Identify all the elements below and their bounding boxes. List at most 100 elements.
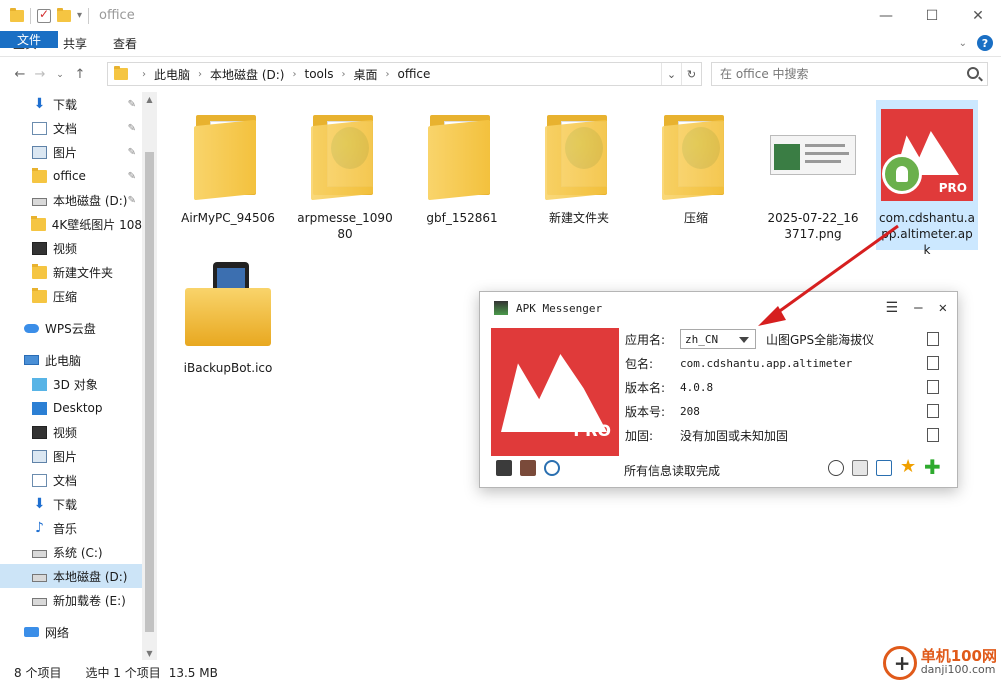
menu-icon[interactable]: ☰	[886, 300, 899, 316]
drive-icon	[32, 197, 47, 206]
search-box[interactable]	[711, 62, 988, 86]
picture-icon	[32, 145, 47, 159]
scrollbar-thumb[interactable]	[145, 152, 154, 632]
computer-icon	[24, 355, 39, 365]
file-item-gbf[interactable]: gbf_152861	[412, 100, 512, 228]
sidebar-item-desktop[interactable]: Desktop	[0, 396, 142, 420]
star-icon[interactable]: ★	[900, 458, 916, 476]
sidebar-item-network[interactable]: 网络	[0, 620, 142, 644]
sidebar-item-drive-d[interactable]: 本地磁盘 (D:) ✎	[0, 188, 142, 212]
window-controls: — ☐ ✕	[863, 0, 1001, 31]
sidebar-item-pictures[interactable]: 图片 ✎	[0, 140, 142, 164]
copy-icon[interactable]	[924, 353, 939, 370]
breadcrumb-tools[interactable]: tools	[304, 67, 333, 81]
breadcrumb-desktop[interactable]: 桌面	[353, 66, 377, 83]
sidebar-item-drive-d-pc[interactable]: 本地磁盘 (D:)	[0, 564, 142, 588]
drive-icon	[32, 597, 47, 606]
sidebar-item-label: 压缩	[53, 289, 78, 304]
search-icon[interactable]	[967, 67, 979, 79]
sidebar-item-documents[interactable]: 文档 ✎	[0, 116, 142, 140]
sidebar-item-new-folder[interactable]: 新建文件夹	[0, 260, 142, 284]
pin-icon: ✎	[127, 194, 136, 206]
file-item-apk[interactable]: PRO com.cdshantu.app.altimeter.apk	[876, 100, 978, 257]
file-item-airmypc[interactable]: AirMyPC_94506	[178, 100, 278, 228]
install-icon[interactable]	[852, 460, 868, 476]
sidebar-item-downloads-pc[interactable]: ⬇ 下载	[0, 492, 142, 516]
file-name: AirMyPC_94506	[181, 211, 275, 225]
tab-file[interactable]: 文件	[0, 31, 58, 48]
file-item-ibackupbot[interactable]: iBackupBot.ico	[178, 250, 278, 378]
forward-arrow-icon[interactable]: →	[30, 67, 50, 82]
file-item-arpmesse[interactable]: arpmesse_109080	[295, 100, 395, 244]
ribbon-tabs: 文件 主页 共享 查看 ⌄ ?	[0, 31, 1001, 57]
address-bar[interactable]: › 此电脑 › 本地磁盘 (D:) › tools › 桌面 › office …	[107, 62, 702, 86]
expand-ribbon-icon[interactable]: ⌄	[959, 38, 967, 49]
clock-icon[interactable]	[828, 460, 844, 476]
sidebar-item-drive-e[interactable]: 新加载卷 (E:)	[0, 588, 142, 612]
save-icon[interactable]	[496, 460, 512, 476]
add-icon[interactable]: ✚	[924, 457, 941, 477]
breadcrumb-drive-d[interactable]: 本地磁盘 (D:)	[210, 66, 284, 83]
sidebar-item-label: 本地磁盘 (D:)	[53, 193, 128, 208]
picture-icon	[32, 449, 47, 463]
scroll-down-icon[interactable]: ▼	[142, 646, 157, 660]
customize-dropdown-icon[interactable]: ▾	[77, 10, 82, 21]
scroll-up-icon[interactable]: ▲	[142, 92, 157, 106]
sidebar-item-pictures-pc[interactable]: 图片	[0, 444, 142, 468]
video-icon	[32, 425, 47, 439]
copy-icon[interactable]	[924, 425, 939, 442]
breadcrumb-office[interactable]: office	[397, 67, 430, 81]
search-input[interactable]	[720, 67, 960, 81]
sidebar-item-label: 视频	[53, 425, 78, 440]
minimize-icon[interactable]: —	[914, 300, 922, 316]
sidebar-item-label: 文档	[53, 473, 78, 488]
sidebar-item-this-pc[interactable]: 此电脑	[0, 348, 142, 372]
up-arrow-icon[interactable]: ↑	[70, 67, 90, 82]
tab-view[interactable]: 查看	[100, 31, 150, 56]
refresh-icon[interactable]: ↻	[681, 63, 701, 85]
field-protection: 加固: 没有加固或未知加固	[625, 428, 789, 443]
sidebar-item-wps-cloud[interactable]: WPS云盘	[0, 316, 142, 340]
pin-icon: ✎	[127, 122, 136, 134]
navigation-bar: ← → ⌄ ↑ › 此电脑 › 本地磁盘 (D:) › tools › 桌面 ›…	[0, 57, 1001, 92]
language-select[interactable]: zh_CN	[680, 329, 756, 349]
search-icon[interactable]	[544, 460, 560, 476]
recent-dropdown-icon[interactable]: ⌄	[50, 70, 70, 80]
file-item-new-folder[interactable]: 新建文件夹	[529, 100, 629, 228]
watermark-logo-icon	[882, 646, 917, 680]
file-name: iBackupBot.ico	[183, 361, 273, 375]
edit-icon[interactable]	[876, 460, 892, 476]
file-item-compress[interactable]: 压缩	[646, 100, 746, 228]
sidebar-item-videos[interactable]: 视频	[0, 236, 142, 260]
sidebar-item-office[interactable]: office ✎	[0, 164, 142, 188]
close-button[interactable]: ✕	[955, 0, 1001, 31]
back-arrow-icon[interactable]: ←	[10, 67, 30, 82]
sidebar-scrollbar[interactable]: ▲ ▼	[142, 92, 157, 660]
sidebar-item-downloads[interactable]: ⬇ 下载 ✎	[0, 92, 142, 116]
sidebar-item-compress[interactable]: 压缩	[0, 284, 142, 308]
new-folder-icon[interactable]	[57, 7, 71, 22]
field-app-name: 应用名: zh_CN 山图GPS全能海拔仪	[625, 327, 874, 351]
sidebar-item-documents-pc[interactable]: 文档	[0, 468, 142, 492]
copy-icon[interactable]	[924, 329, 939, 346]
folder-icon[interactable]	[10, 7, 24, 22]
properties-icon[interactable]	[37, 7, 51, 23]
copy-icon[interactable]	[924, 377, 939, 394]
file-item-png[interactable]: 2025-07-22_163717.png	[763, 100, 863, 244]
sidebar-item-3d-objects[interactable]: 3D 对象	[0, 372, 142, 396]
address-dropdown-icon[interactable]: ⌄	[661, 63, 681, 85]
sidebar-item-label: 图片	[53, 449, 78, 464]
sidebar-item-4k-wallpaper[interactable]: 4K壁纸图片 108	[0, 212, 142, 236]
help-icon[interactable]: ?	[977, 35, 993, 51]
sidebar-item-drive-c[interactable]: 系统 (C:)	[0, 540, 142, 564]
sidebar-item-music[interactable]: ♪ 音乐	[0, 516, 142, 540]
breadcrumb-this-pc[interactable]: 此电脑	[154, 66, 190, 83]
maximize-button[interactable]: ☐	[909, 0, 955, 31]
android-icon	[882, 154, 922, 194]
chevron-right-icon: ›	[142, 68, 146, 80]
close-icon[interactable]: ✕	[939, 300, 947, 316]
sidebar-item-videos-pc[interactable]: 视频	[0, 420, 142, 444]
copy-icon[interactable]	[924, 401, 939, 418]
toolbox-icon[interactable]	[520, 460, 536, 476]
minimize-button[interactable]: —	[863, 0, 909, 31]
